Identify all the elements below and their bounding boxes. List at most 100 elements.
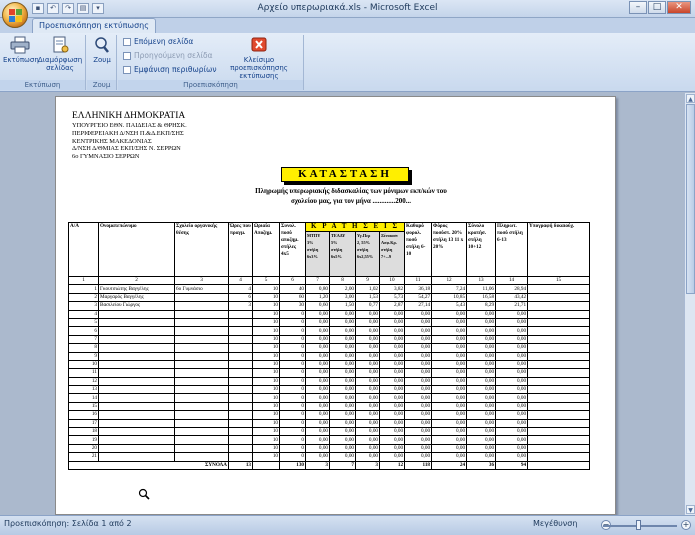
cell-name: Μαργαρός Βαγγέλης [98,292,175,303]
document-header: ΕΛΛΗΝΙΚΗ ΔΗΜΟΚΡΑΤΙΑ ΥΠΟΥΡΓΕΙΟ ΕΘΝ. ΠΑΙΔΕ… [72,111,187,161]
close-preview-button[interactable]: Κλείσιμο προεπισκόπησης εκτύπωσης [216,36,302,80]
show-margins-checkbox[interactable]: Εμφάνιση περιθωρίων [123,65,217,74]
cell-tot: 60 [279,292,306,303]
cell-c9: 0,00 [355,334,380,345]
cell-c9: 0,00 [355,410,380,420]
preview-page[interactable]: ΕΛΛΗΝΙΚΗ ΔΗΜΟΚΡΑΤΙΑ ΥΠΟΥΡΓΕΙΟ ΕΘΝ. ΠΑΙΔΕ… [55,96,616,515]
close-window-button[interactable]: ✕ [667,1,691,14]
subtitle-line-1: Πληρωμής υπερωριακής διδασκαλίας των μόν… [255,187,447,195]
cell-c14: 0,00 [495,418,529,429]
zoom-in-icon[interactable]: + [681,520,691,530]
zoom-slider-thumb[interactable] [636,520,641,530]
cell-c14: 0,00 [495,452,529,462]
subheader-a: ΜΤΠΥ [307,233,321,238]
zoom-button[interactable]: Ζουμ [89,36,115,64]
tab-print-preview[interactable]: Προεπισκόπηση εκτύπωσης [32,18,156,33]
cell-c13: 0,00 [466,351,497,361]
cell-n: 12 [68,376,99,387]
cell-rate: 10 [252,334,280,345]
column-number: 6 [279,275,306,286]
table-row: 6 10 0 0,00 0,00 0,00 0,00 0,00 0,00 0,00 0,00 [68,326,591,336]
cell-n: 16 [68,410,99,420]
cell-c11: 0,00 [404,435,433,445]
maximize-button[interactable]: □ [648,1,666,14]
cell-n: 8 [68,343,99,353]
cell-name [98,368,175,378]
column-number: 3 [174,275,229,286]
close-preview-label: Κλείσιμο προεπισκόπησης εκτύπωσης [230,56,288,80]
group-print: Εκτύπωση Διαμόρφωση σελίδας Εκτύπωση [0,35,86,90]
cell-c7: 0,00 [305,376,330,387]
cell-c12: 0,00 [431,359,468,370]
cell-c12: 5,43 [431,301,468,311]
cell-n: 20 [68,443,99,454]
next-page-icon [123,37,131,46]
cell-signature [527,359,591,370]
cell-c13: 8,29 [466,301,497,311]
cell-rate: 10 [252,292,280,303]
status-bar: Προεπισκόπηση: Σελίδα 1 από 2 Μεγέθυνση … [0,515,695,535]
scroll-up-icon[interactable]: ▲ [686,94,695,103]
zoom-icon [95,37,109,53]
cell-h [228,401,253,412]
cell-n: 7 [68,334,99,345]
minimize-button[interactable]: – [629,1,647,14]
vertical-scrollbar[interactable]: ▲ ▼ [684,93,695,515]
cell-school [174,410,229,420]
group-zoom-label: Ζουμ [87,80,116,90]
cell-c13: 0,00 [466,401,497,412]
print-button[interactable]: Εκτύπωση [3,36,39,64]
cell-h [228,443,253,454]
cell-c7: 0,00 [305,418,330,429]
previous-page-button[interactable]: Προηγούμενη σελίδα [123,51,213,60]
subheader-b: 5% [331,240,338,245]
cell-c10: 0,00 [378,351,406,361]
cell-c12: 0,00 [431,334,468,345]
table-row: 17 10 0 0,00 0,00 0,00 0,00 0,00 0,00 0,00 0,00 [68,418,591,429]
column-number: 11 [404,275,433,286]
total-cell: 118 [404,460,433,471]
cell-c9: 0,00 [355,401,380,412]
table-row: 10 10 0 0,00 0,00 0,00 0,00 0,00 0,00 0,00 0,00 [68,359,591,370]
office-button[interactable] [2,2,28,28]
page-setup-button[interactable]: Διαμόρφωση σελίδας [37,36,83,72]
cell-n: 4 [68,309,99,319]
scroll-down-icon[interactable]: ▼ [686,505,695,514]
previous-page-label: Προηγούμενη σελίδα [134,51,213,60]
cell-school [174,368,229,378]
cell-name [98,309,175,319]
cell-c12: 0,00 [431,410,468,420]
header-line: Δ/ΝΣΗ Δ/ΘΜΙΑΣ ΕΚΠ/ΣΗΣ Ν. ΣΕΡΡΩΝ [72,145,181,153]
cell-school [174,393,229,403]
cell-tot: 0 [279,385,306,395]
cell-signature [527,326,591,336]
cell-school [174,343,229,353]
cell-c7: 0,00 [305,452,330,462]
cell-school [174,292,229,303]
next-page-button[interactable]: Επόμενη σελίδα [123,37,193,46]
cell-tot: 0 [279,427,306,437]
cell-c8: 3,00 [329,292,356,303]
cell-tot: 0 [279,435,306,445]
cell-signature [527,443,591,454]
cell-c13: 0,00 [466,317,497,328]
header-cell: Α/Α [68,222,99,277]
header-line: ΚΕΝΤΡΙΚΗΣ ΜΑΚΕΔΟΝΙΑΣ [72,137,152,145]
cell-c14: 0,00 [495,359,529,370]
cell-tot: 0 [279,418,306,429]
cell-c14: 0,00 [495,334,529,345]
subheader-c: στήλη 6x2,55% [357,247,374,259]
cell-n: 19 [68,435,99,445]
cell-c9: 0,00 [355,309,380,319]
cell-c11: 0,00 [404,368,433,378]
cell-c7: 0,00 [305,359,330,370]
zoom-in-label[interactable]: Μεγέθυνση [533,519,577,528]
header-cell: Φόρος ποσόστ. 20% στήλη 13 11 x 20% [431,222,468,277]
cell-c11: 0,00 [404,376,433,387]
column-number: 10 [378,275,406,286]
cell-c10: 0,00 [378,410,406,420]
header-cell: Υπογραφή δικαιούχ. [527,222,591,277]
scroll-thumb[interactable] [686,104,695,294]
table-row: 3 Βασιλείου Γιώργος 3 10 30 0,60 1,50 0,77 2,87 2… [68,301,591,311]
cell-c14: 0,00 [495,351,529,361]
